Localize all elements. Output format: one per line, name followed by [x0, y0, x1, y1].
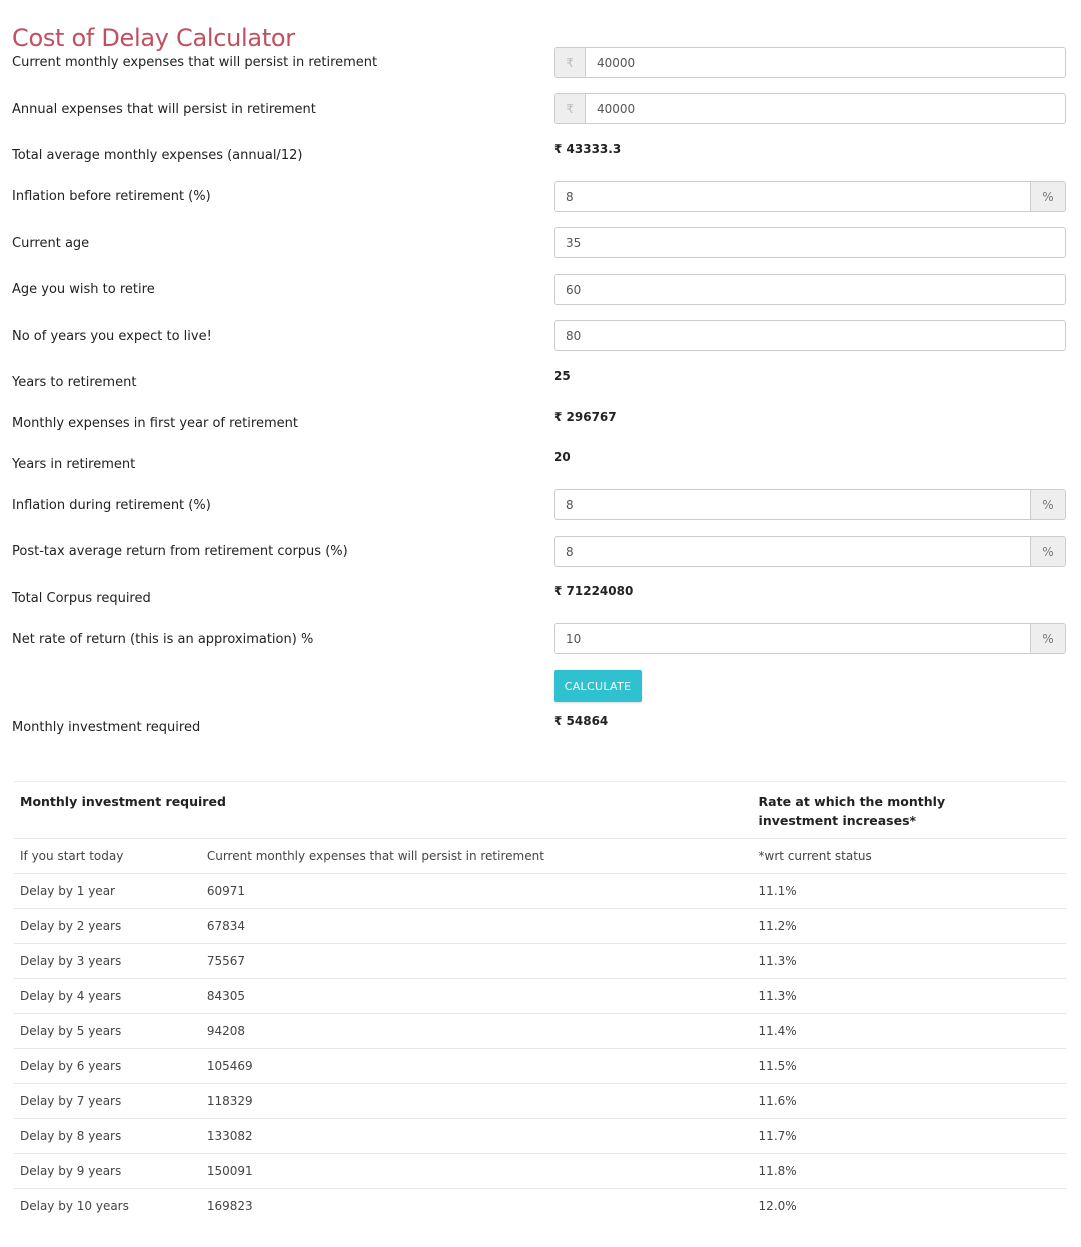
row-monthly-investment: 84305	[200, 978, 753, 1014]
inflation-before-input[interactable]	[555, 182, 1030, 211]
row-rate-increase: 11.8%	[752, 1153, 1066, 1189]
post-tax-return-label: Post-tax average return from retirement …	[12, 544, 348, 559]
table-header-row: Monthly investment required Rate at whic…	[14, 781, 1066, 839]
years-in-retirement-label: Years in retirement	[12, 457, 136, 472]
table-row: Delay by 5 years 94208 11.4%	[14, 1013, 1066, 1049]
table-row: Delay by 4 years 84305 11.3%	[14, 978, 1066, 1014]
current-age-label: Current age	[12, 236, 90, 251]
row-monthly-investment: 60971	[200, 873, 753, 909]
monthly-expenses-first-year-label: Monthly expenses in first year of retire…	[12, 416, 298, 431]
post-tax-return-field: %	[554, 536, 1066, 567]
post-tax-return-input[interactable]	[555, 537, 1030, 566]
inflation-before-label: Inflation before retirement (%)	[12, 189, 211, 204]
row-monthly-investment: 67834	[200, 908, 753, 944]
row-rate-increase: 11.1%	[752, 873, 1066, 909]
years-to-retirement-label: Years to retirement	[12, 375, 137, 390]
row-rate-increase: 11.3%	[752, 943, 1066, 979]
row-monthly-investment: 133082	[200, 1118, 753, 1154]
inflation-during-field: %	[554, 489, 1066, 520]
calculate-button[interactable]: CALCULATE	[554, 670, 642, 702]
table-row: If you start today Current monthly expens…	[14, 838, 1066, 874]
rupee-icon: ₹	[555, 94, 586, 123]
row-monthly-investment: 150091	[200, 1153, 753, 1189]
percent-icon: %	[1030, 490, 1065, 519]
retire-age-label: Age you wish to retire	[12, 282, 155, 297]
row-label: Delay by 5 years	[14, 1013, 201, 1049]
current-age-field	[554, 227, 1066, 258]
table-row: Delay by 9 years 150091 11.8%	[14, 1153, 1066, 1189]
percent-icon: %	[1030, 182, 1065, 211]
monthly-expenses-first-year-value: ₹ 296767	[554, 410, 617, 424]
row-rate-increase: 11.7%	[752, 1118, 1066, 1154]
total-avg-monthly-label: Total average monthly expenses (annual/1…	[12, 148, 303, 163]
annual-expenses-label: Annual expenses that will persist in ret…	[12, 102, 316, 117]
inflation-during-input[interactable]	[555, 490, 1030, 519]
current-monthly-expenses-field: ₹	[554, 47, 1066, 78]
annual-expenses-field: ₹	[554, 93, 1066, 124]
row-rate-increase: 11.5%	[752, 1048, 1066, 1084]
years-in-retirement-value: 20	[554, 450, 571, 464]
row-rate-increase: *wrt current status	[752, 838, 1066, 874]
expected-life-input[interactable]	[555, 321, 1065, 350]
header-rate-increase: Rate at which the monthly investment inc…	[752, 781, 1066, 839]
row-monthly-investment: 169823	[200, 1188, 753, 1223]
row-label: Delay by 4 years	[14, 978, 201, 1014]
net-rate-of-return-label: Net rate of return (this is an approxima…	[12, 632, 314, 647]
row-monthly-investment: Current monthly expenses that will persi…	[200, 838, 753, 874]
table-row: Delay by 10 years 169823 12.0%	[14, 1188, 1066, 1223]
years-to-retirement-value: 25	[554, 369, 571, 383]
cost-of-delay-table: Monthly investment required Rate at whic…	[14, 781, 1066, 1223]
row-monthly-investment: 105469	[200, 1048, 753, 1084]
monthly-investment-label: Monthly investment required	[12, 720, 201, 735]
row-rate-increase: 11.3%	[752, 978, 1066, 1014]
table-row: Delay by 3 years 75567 11.3%	[14, 943, 1066, 979]
percent-icon: %	[1030, 624, 1065, 653]
row-label: Delay by 2 years	[14, 908, 201, 944]
row-monthly-investment: 94208	[200, 1013, 753, 1049]
row-rate-increase: 11.6%	[752, 1083, 1066, 1119]
row-label: Delay by 3 years	[14, 943, 201, 979]
table-row: Delay by 6 years 105469 11.5%	[14, 1048, 1066, 1084]
percent-icon: %	[1030, 537, 1065, 566]
total-corpus-value: ₹ 71224080	[554, 584, 634, 598]
annual-expenses-input[interactable]	[586, 94, 1065, 123]
row-rate-increase: 11.4%	[752, 1013, 1066, 1049]
table-row: Delay by 8 years 133082 11.7%	[14, 1118, 1066, 1154]
row-label: Delay by 6 years	[14, 1048, 201, 1084]
row-label: Delay by 7 years	[14, 1083, 201, 1119]
table-row: Delay by 7 years 118329 11.6%	[14, 1083, 1066, 1119]
net-rate-of-return-field: %	[554, 623, 1066, 654]
inflation-during-label: Inflation during retirement (%)	[12, 498, 211, 513]
current-monthly-expenses-input[interactable]	[586, 48, 1065, 77]
row-label: Delay by 8 years	[14, 1118, 201, 1154]
row-label: Delay by 10 years	[14, 1188, 201, 1223]
row-label: Delay by 9 years	[14, 1153, 201, 1189]
retire-age-input[interactable]	[555, 275, 1065, 304]
expected-life-label: No of years you expect to live!	[12, 329, 212, 344]
header-monthly-investment: Monthly investment required	[14, 781, 753, 839]
total-corpus-label: Total Corpus required	[12, 591, 151, 606]
retire-age-field	[554, 274, 1066, 305]
page-title: Cost of Delay Calculator	[12, 24, 295, 53]
row-label: Delay by 1 year	[14, 873, 201, 909]
net-rate-of-return-input[interactable]	[555, 624, 1030, 653]
row-rate-increase: 11.2%	[752, 908, 1066, 944]
expected-life-field	[554, 320, 1066, 351]
total-avg-monthly-value: ₹ 43333.3	[554, 142, 622, 156]
row-monthly-investment: 118329	[200, 1083, 753, 1119]
monthly-investment-value: ₹ 54864	[554, 714, 609, 728]
row-monthly-investment: 75567	[200, 943, 753, 979]
row-rate-increase: 12.0%	[752, 1188, 1066, 1223]
row-label: If you start today	[14, 838, 201, 874]
inflation-before-field: %	[554, 181, 1066, 212]
current-monthly-expenses-label: Current monthly expenses that will persi…	[12, 55, 378, 70]
table-row: Delay by 2 years 67834 11.2%	[14, 908, 1066, 944]
rupee-icon: ₹	[555, 48, 586, 77]
current-age-input[interactable]	[555, 228, 1065, 257]
table-row: Delay by 1 year 60971 11.1%	[14, 873, 1066, 909]
